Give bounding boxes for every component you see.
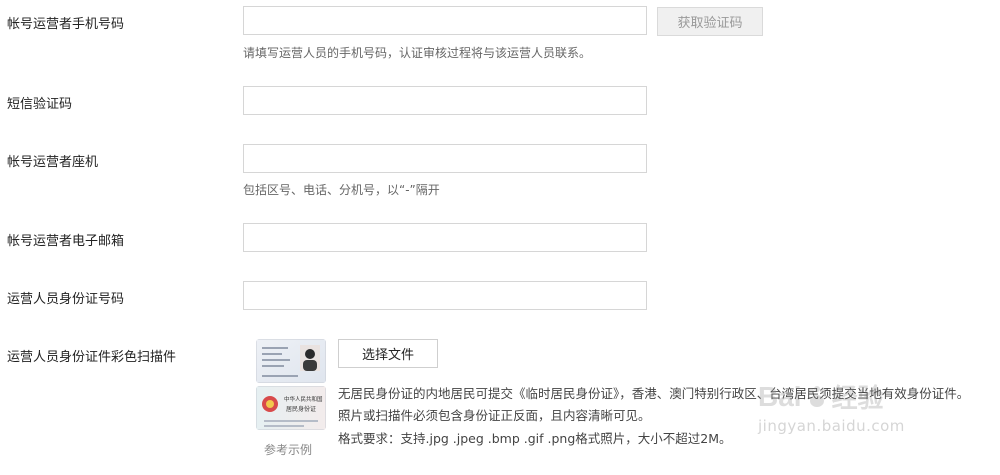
- email-input[interactable]: [243, 223, 647, 252]
- svg-text:居民身份证: 居民身份证: [286, 405, 316, 413]
- landline-input[interactable]: [243, 144, 647, 173]
- landline-hint: 包括区号、电话、分机号，以“-”隔开: [243, 183, 440, 197]
- upload-desc-3: 格式要求：支持.jpg .jpeg .bmp .gif .png格式照片，大小不…: [338, 431, 732, 446]
- sms-code-input[interactable]: [243, 86, 647, 115]
- paw-icon: [804, 384, 830, 410]
- id-number-input[interactable]: [243, 281, 647, 310]
- svg-text:中华人民共和国: 中华人民共和国: [284, 395, 323, 403]
- id-card-front-image: [256, 339, 326, 383]
- watermark-url: jingyan.baidu.com: [758, 417, 905, 435]
- phone-label: 帐号运营者手机号码: [7, 17, 125, 32]
- get-code-button[interactable]: 获取验证码: [657, 7, 763, 36]
- watermark-brand: Bai: [758, 380, 802, 412]
- choose-file-button[interactable]: 选择文件: [338, 339, 438, 368]
- phone-hint: 请填写运营人员的手机号码，认证审核过程将与该运营人员联系。: [243, 46, 592, 60]
- email-label: 帐号运营者电子邮箱: [7, 234, 125, 249]
- landline-label: 帐号运营者座机: [7, 155, 99, 170]
- id-number-label: 运营人员身份证号码: [7, 292, 125, 307]
- id-scan-label: 运营人员身份证件彩色扫描件: [7, 350, 177, 365]
- watermark-brand-cn: 经验: [831, 384, 884, 414]
- id-card-back-image: 中华人民共和国 居民身份证: [256, 386, 326, 430]
- phone-input[interactable]: [243, 6, 647, 35]
- baidu-jingyan-watermark: Bai 经验 jingyan.baidu.com: [758, 378, 905, 436]
- sms-code-label: 短信验证码: [7, 97, 73, 112]
- upload-desc-2: 照片或扫描件必须包含身份证正反面，且内容清晰可见。: [338, 408, 651, 423]
- sample-caption: 参考示例: [264, 443, 313, 457]
